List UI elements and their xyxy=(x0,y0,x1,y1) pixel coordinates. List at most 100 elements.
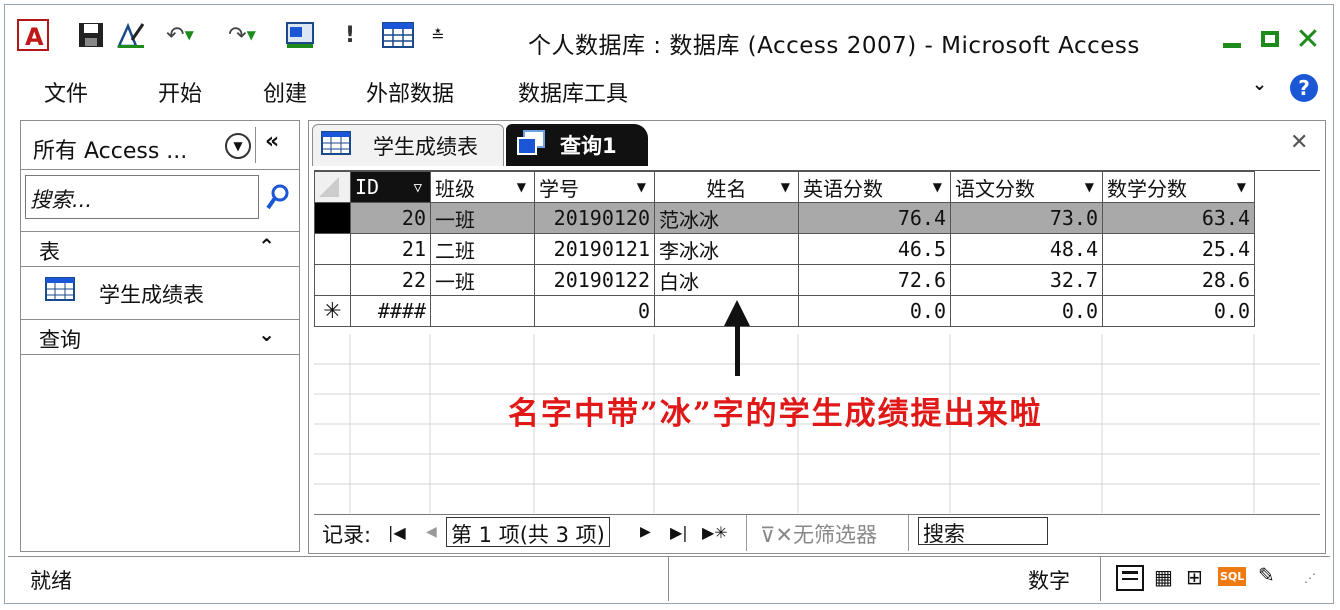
minimize-icon[interactable] xyxy=(1218,26,1246,52)
dropdown-arrow-icon[interactable]: ▼ xyxy=(781,180,790,194)
cell-class[interactable] xyxy=(430,295,535,327)
row-selector[interactable] xyxy=(314,202,351,234)
column-header-english[interactable]: 英语分数 ▼ xyxy=(798,171,951,203)
prev-record-icon[interactable]: ◀ xyxy=(426,524,437,540)
cell-id[interactable]: 22 xyxy=(350,264,431,296)
select-all-button[interactable] xyxy=(314,171,351,203)
column-header-name[interactable]: 姓名 ▼ xyxy=(654,171,799,203)
menu-external-data[interactable]: 外部数据 xyxy=(366,76,454,108)
design-view-icon[interactable]: ✎ xyxy=(1258,563,1275,587)
design-icon[interactable] xyxy=(114,18,148,52)
new-record-row[interactable]: ✳ #### 0 0.0 0.0 0.0 xyxy=(314,295,1255,327)
cell-student-id[interactable]: 0 xyxy=(534,295,655,327)
title-bar: A ↶ ▼ ↷ ▼ ! ≛ 个人数据库 : 数据库 (Access 2007) - … xyxy=(8,8,1330,60)
column-label: 语文分数 xyxy=(955,176,1035,201)
cell-english[interactable]: 72.6 xyxy=(798,264,951,296)
close-icon[interactable]: ✕ xyxy=(1294,22,1322,57)
sort-desc-icon[interactable]: ▽ xyxy=(414,180,422,196)
cell-math[interactable]: 28.6 xyxy=(1102,264,1255,296)
cell-student-id[interactable]: 20190120 xyxy=(534,202,655,234)
customize-icon[interactable]: ≛ xyxy=(428,18,448,52)
cell-name[interactable]: 李冰冰 xyxy=(654,233,799,265)
cell-id[interactable]: 21 xyxy=(350,233,431,265)
menu-create[interactable]: 创建 xyxy=(263,76,307,108)
divider xyxy=(1100,557,1101,601)
pivottable-view-icon[interactable]: ▦ xyxy=(1154,565,1173,589)
tab-student-scores[interactable]: 学生成绩表 xyxy=(312,124,504,166)
cell-english[interactable]: 46.5 xyxy=(798,233,951,265)
cell-id[interactable]: #### xyxy=(350,295,431,327)
help-icon[interactable]: ? xyxy=(1290,74,1318,102)
table-icon xyxy=(321,131,351,160)
cell-student-id[interactable]: 20190122 xyxy=(534,264,655,296)
expand-section-icon[interactable]: ⌄ xyxy=(258,322,275,346)
cell-class[interactable]: 二班 xyxy=(430,233,535,265)
nav-section-tables[interactable]: 表 ⌃ xyxy=(21,231,299,267)
new-record-icon[interactable]: ▶✳ xyxy=(702,523,728,542)
table-icon[interactable] xyxy=(378,18,418,52)
cell-class[interactable]: 一班 xyxy=(430,202,535,234)
dropdown-arrow-icon[interactable]: ▼ xyxy=(1085,180,1094,194)
tab-query1[interactable]: 查询1 xyxy=(506,124,648,166)
collapse-section-icon[interactable]: ⌃ xyxy=(258,234,275,258)
menu-database-tools[interactable]: 数据库工具 xyxy=(518,76,628,108)
column-header-class[interactable]: 班级 ▼ xyxy=(430,171,535,203)
cell-class[interactable]: 一班 xyxy=(430,264,535,296)
nav-pane-header[interactable]: 所有 Access ... ▼ « xyxy=(21,121,299,170)
next-record-icon[interactable]: ▶ xyxy=(640,524,651,540)
cell-chinese[interactable]: 32.7 xyxy=(950,264,1103,296)
save-icon[interactable] xyxy=(74,18,108,52)
cell-english[interactable]: 0.0 xyxy=(798,295,951,327)
resize-grip-icon[interactable]: ⋰ xyxy=(1304,571,1316,585)
table-row[interactable]: 21 二班 20190121 李冰冰 46.5 48.4 25.4 xyxy=(314,233,1255,265)
chevron-down-icon[interactable]: ▼ xyxy=(225,133,251,159)
dropdown-arrow-icon[interactable]: ▼ xyxy=(933,180,942,194)
nav-search-input[interactable]: 搜索... xyxy=(25,175,259,219)
row-selector[interactable] xyxy=(314,264,351,296)
dropdown-arrow-icon[interactable]: ▼ xyxy=(637,180,646,194)
cell-math[interactable]: 0.0 xyxy=(1102,295,1255,327)
filter-status[interactable]: ⊽✕无筛选器 xyxy=(760,519,877,549)
maximize-icon[interactable] xyxy=(1256,26,1284,52)
undo-icon[interactable]: ↶ ▼ xyxy=(158,18,202,52)
cell-chinese[interactable]: 48.4 xyxy=(950,233,1103,265)
search-icon[interactable] xyxy=(261,177,295,217)
cell-id[interactable]: 20 xyxy=(350,202,431,234)
nav-section-queries[interactable]: 查询 ⌄ xyxy=(21,319,299,355)
run-icon[interactable]: ! xyxy=(338,18,362,52)
cell-name[interactable]: 白冰 xyxy=(654,264,799,296)
column-header-chinese[interactable]: 语文分数 ▼ xyxy=(950,171,1103,203)
collapse-pane-icon[interactable]: « xyxy=(265,129,279,154)
row-selector[interactable] xyxy=(314,233,351,265)
view-icon[interactable] xyxy=(282,18,318,52)
pivotchart-view-icon[interactable]: ⊞ xyxy=(1186,565,1203,589)
last-record-icon[interactable]: ▶| xyxy=(670,523,688,542)
filter-label: 无筛选器 xyxy=(792,523,877,547)
sql-view-icon[interactable]: SQL xyxy=(1218,567,1247,586)
column-header-id[interactable]: ID ▽ xyxy=(350,171,431,203)
cell-math[interactable]: 25.4 xyxy=(1102,233,1255,265)
cell-student-id[interactable]: 20190121 xyxy=(534,233,655,265)
cell-english[interactable]: 76.4 xyxy=(798,202,951,234)
dropdown-arrow-icon[interactable]: ▼ xyxy=(517,180,526,194)
datasheet-view-icon[interactable] xyxy=(1116,565,1144,591)
redo-icon[interactable]: ↷ ▼ xyxy=(220,18,264,52)
column-header-math[interactable]: 数学分数 ▼ xyxy=(1102,171,1255,203)
record-position-field[interactable]: 第 1 项(共 3 项) xyxy=(446,517,610,547)
cell-chinese[interactable]: 73.0 xyxy=(950,202,1103,234)
ribbon-collapse-icon[interactable]: ⌄ xyxy=(1252,74,1267,95)
close-document-icon[interactable]: ✕ xyxy=(1290,130,1308,155)
cell-chinese[interactable]: 0.0 xyxy=(950,295,1103,327)
first-record-icon[interactable]: |◀ xyxy=(388,523,406,542)
cell-name[interactable]: 范冰冰 xyxy=(654,202,799,234)
menu-file[interactable]: 文件 xyxy=(44,76,88,108)
dropdown-arrow-icon[interactable]: ▼ xyxy=(1237,180,1246,194)
table-row[interactable]: 20 一班 20190120 范冰冰 76.4 73.0 63.4 xyxy=(314,202,1255,234)
record-search-input[interactable]: 搜索 xyxy=(918,517,1048,546)
menu-home[interactable]: 开始 xyxy=(158,76,202,108)
column-header-student-id[interactable]: 学号 ▼ xyxy=(534,171,655,203)
cell-math[interactable]: 63.4 xyxy=(1102,202,1255,234)
access-logo-icon[interactable]: A xyxy=(16,18,50,52)
nav-item-student-scores[interactable]: 学生成绩表 xyxy=(21,269,299,317)
table-row[interactable]: 22 一班 20190122 白冰 72.6 32.7 28.6 xyxy=(314,264,1255,296)
